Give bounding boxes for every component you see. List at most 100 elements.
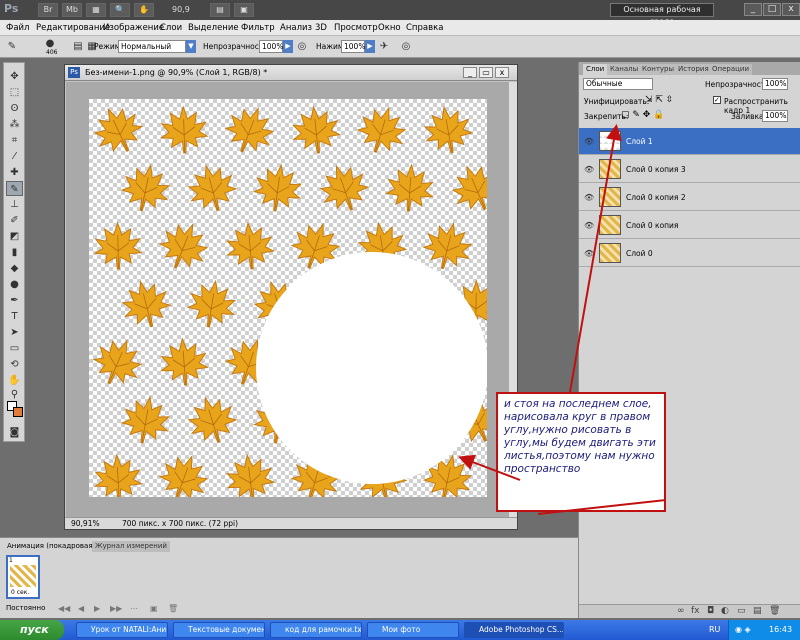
visibility-eye-icon[interactable]: 👁 bbox=[584, 221, 594, 230]
tablet-opacity-icon[interactable]: ◎ bbox=[296, 41, 308, 53]
task-notepad[interactable]: код для рамочки.txt ... bbox=[270, 622, 362, 638]
tab-channels[interactable]: Каналы bbox=[607, 64, 642, 75]
layer-name[interactable]: Слой 0 bbox=[626, 249, 653, 258]
prev-frame-icon[interactable]: ◀ bbox=[78, 604, 84, 613]
tab-paths[interactable]: Контуры bbox=[639, 64, 678, 75]
layer-name[interactable]: Слой 0 копия 2 bbox=[626, 193, 686, 202]
healing-brush-tool-icon[interactable]: ✚ bbox=[6, 165, 23, 180]
arrange-documents-button[interactable]: ▤ bbox=[210, 3, 230, 17]
tab-measurement-log[interactable]: Журнал измерений bbox=[92, 541, 170, 552]
quick-mask-icon[interactable]: ◙ bbox=[6, 425, 23, 440]
airbrush-icon[interactable]: ✈ bbox=[378, 41, 390, 53]
minimize-button[interactable]: _ bbox=[744, 3, 762, 16]
menu-edit[interactable]: Редактирование bbox=[36, 23, 110, 33]
close-button[interactable]: x bbox=[782, 3, 800, 16]
visibility-eye-icon[interactable]: 👁 bbox=[584, 165, 594, 174]
animation-frame[interactable]: 1 0 сек. bbox=[6, 555, 40, 599]
opacity-field[interactable]: 100% bbox=[259, 40, 283, 53]
brush-preset-icon[interactable]: ✎ bbox=[6, 41, 18, 53]
history-brush-tool-icon[interactable]: ✐ bbox=[6, 213, 23, 228]
3d-rotate-tool-icon[interactable]: ⟲ bbox=[6, 357, 23, 372]
doc-close-button[interactable]: x bbox=[495, 67, 509, 78]
delete-layer-icon[interactable]: 🗑 bbox=[769, 606, 780, 616]
opacity-slider-icon[interactable]: ▶ bbox=[283, 40, 293, 53]
menu-select[interactable]: Выделение bbox=[188, 23, 239, 33]
tray-icons[interactable]: ◉ ◈ bbox=[735, 625, 751, 634]
image-canvas[interactable] bbox=[89, 99, 487, 497]
tween-icon[interactable]: ⋯ bbox=[130, 604, 138, 613]
brush-panel-icon[interactable]: ▤ bbox=[72, 41, 84, 53]
lasso-tool-icon[interactable]: ʘ bbox=[6, 101, 23, 116]
menu-view[interactable]: Просмотр bbox=[334, 23, 378, 33]
loop-select[interactable]: Постоянно bbox=[6, 604, 45, 612]
visibility-eye-icon[interactable]: 👁 bbox=[584, 137, 594, 146]
shape-tool-icon[interactable]: ▭ bbox=[6, 341, 23, 356]
layer-row[interactable]: 👁 Слой 0 bbox=[579, 240, 800, 267]
tab-actions[interactable]: Операции bbox=[709, 64, 752, 75]
layer-row[interactable]: 👁 Слой 0 копия 3 bbox=[579, 156, 800, 183]
first-frame-icon[interactable]: ◀◀ bbox=[58, 604, 70, 613]
tab-layers[interactable]: Слои bbox=[583, 64, 608, 75]
blend-mode-select[interactable]: Обычные bbox=[583, 78, 653, 90]
tab-animation[interactable]: Анимация (покадровая) bbox=[4, 541, 99, 552]
start-button[interactable]: пуск bbox=[0, 620, 64, 640]
layer-row[interactable]: 👁 Слой 1 bbox=[579, 128, 800, 155]
eraser-tool-icon[interactable]: ◩ bbox=[6, 229, 23, 244]
flow-field[interactable]: 100% bbox=[341, 40, 365, 53]
delete-frame-icon[interactable]: 🗑 bbox=[168, 604, 178, 613]
fx-icon[interactable]: fx bbox=[691, 606, 700, 616]
zoom-tool-icon[interactable]: ⚲ bbox=[6, 387, 23, 402]
new-layer-icon[interactable]: ▤ bbox=[753, 606, 762, 616]
layer-name[interactable]: Слой 1 bbox=[626, 137, 653, 146]
pen-tool-icon[interactable]: ✒ bbox=[6, 293, 23, 308]
hand-tool-icon[interactable]: ✋ bbox=[6, 373, 23, 388]
guides-button[interactable]: ▦ bbox=[86, 3, 106, 17]
status-zoom[interactable]: 90,91% bbox=[71, 519, 100, 528]
document-tab[interactable]: Ps Без-имени-1.png @ 90,9% (Слой 1, RGB/… bbox=[65, 65, 517, 81]
menu-analysis[interactable]: Анализ bbox=[280, 23, 312, 33]
mode-dropdown-icon[interactable]: ▼ bbox=[186, 40, 196, 53]
screen-mode-button[interactable]: ▣ bbox=[234, 3, 254, 17]
type-tool-icon[interactable]: T bbox=[6, 309, 23, 324]
minibridge-button[interactable]: Mb bbox=[62, 3, 82, 17]
gradient-tool-icon[interactable]: ▮ bbox=[6, 245, 23, 260]
layer-opacity-field[interactable]: 100% bbox=[762, 78, 788, 90]
zoom-tool-button[interactable]: 🔍 bbox=[110, 3, 130, 17]
frame-delay[interactable]: 0 сек. bbox=[11, 589, 29, 596]
quick-select-tool-icon[interactable]: ⁂ bbox=[6, 117, 23, 132]
doc-minimize-button[interactable]: _ bbox=[463, 67, 477, 78]
marquee-tool-icon[interactable]: ⬚ bbox=[6, 85, 23, 100]
layer-name[interactable]: Слой 0 копия 3 bbox=[626, 165, 686, 174]
language-indicator[interactable]: RU bbox=[709, 625, 720, 634]
flow-slider-icon[interactable]: ▶ bbox=[365, 40, 375, 53]
propagate-checkbox[interactable]: ✓ bbox=[713, 96, 721, 104]
bridge-button[interactable]: Br bbox=[38, 3, 58, 17]
menu-file[interactable]: Файл bbox=[6, 23, 29, 33]
menu-image[interactable]: Изображение bbox=[103, 23, 164, 33]
crop-tool-icon[interactable]: ⌗ bbox=[6, 133, 23, 148]
clone-stamp-tool-icon[interactable]: ⊥ bbox=[6, 197, 23, 212]
brush-tool-icon[interactable]: ✎ bbox=[6, 181, 23, 196]
task-text-docs[interactable]: Текстовые документы bbox=[173, 622, 265, 638]
zoom-level[interactable]: 90,9 bbox=[172, 5, 190, 14]
adjustment-layer-icon[interactable]: ◐ bbox=[721, 606, 729, 616]
task-opera[interactable]: Урок от NATALI:Ани... bbox=[76, 622, 168, 638]
task-my-photos[interactable]: Мои фото bbox=[367, 622, 459, 638]
menu-help[interactable]: Справка bbox=[406, 23, 443, 33]
mode-select[interactable]: Нормальный bbox=[118, 40, 186, 53]
layer-row[interactable]: 👁 Слой 0 копия 2 bbox=[579, 184, 800, 211]
menu-filter[interactable]: Фильтр bbox=[241, 23, 275, 33]
eyedropper-tool-icon[interactable]: ⁄ bbox=[6, 149, 23, 164]
link-layers-icon[interactable]: ∞ bbox=[677, 606, 685, 616]
workspace-switcher[interactable]: Основная рабочая среда bbox=[610, 3, 714, 26]
dodge-tool-icon[interactable]: ● bbox=[6, 277, 23, 292]
tab-history[interactable]: История bbox=[675, 64, 712, 75]
layer-name[interactable]: Слой 0 копия bbox=[626, 221, 678, 230]
next-frame-icon[interactable]: ▶▶ bbox=[110, 604, 122, 613]
visibility-eye-icon[interactable]: 👁 bbox=[584, 193, 594, 202]
task-photoshop[interactable]: Adobe Photoshop CS... bbox=[464, 622, 564, 638]
tablet-size-icon[interactable]: ◎ bbox=[400, 41, 412, 53]
doc-restore-button[interactable]: ▭ bbox=[479, 67, 493, 78]
unify-icons[interactable]: ⇲ ⇱ ⇳ bbox=[645, 95, 673, 105]
maximize-button[interactable]: □ bbox=[763, 3, 781, 16]
